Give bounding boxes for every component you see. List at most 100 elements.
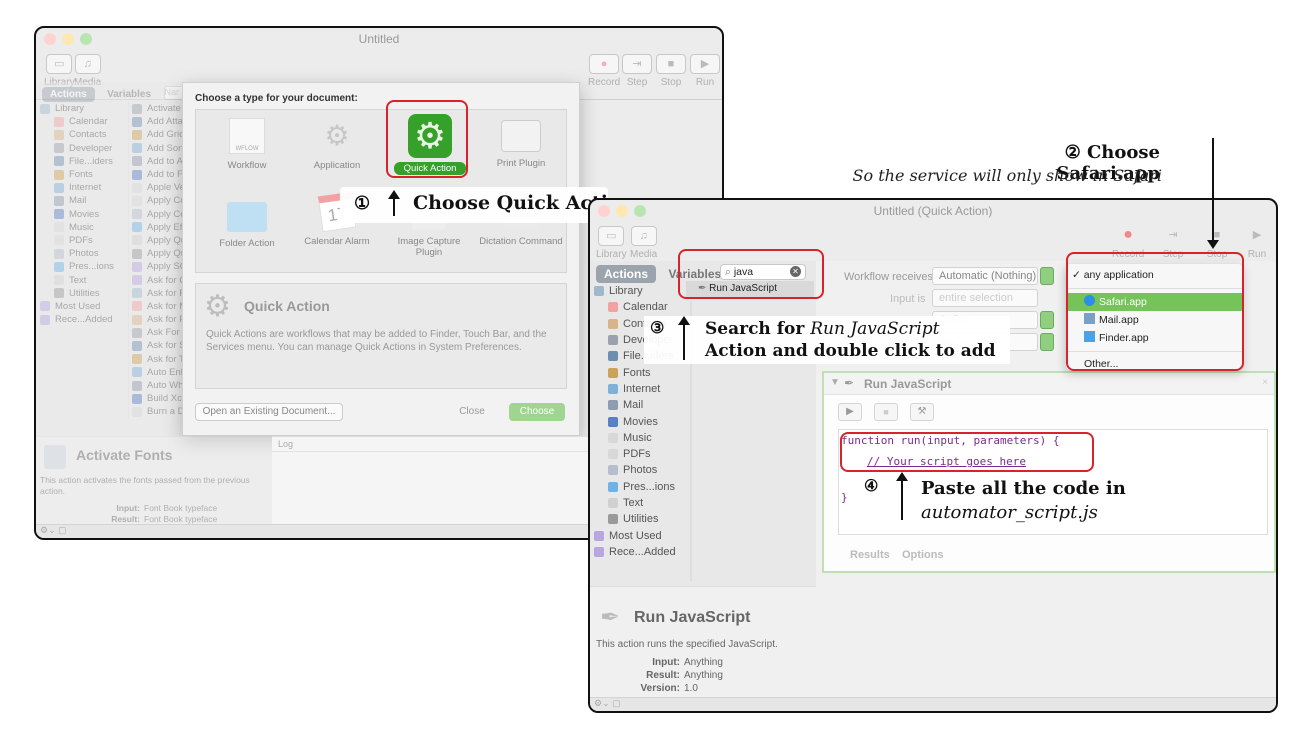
action-list-item[interactable]: Ask for Mo bbox=[132, 300, 182, 313]
minimize-window-button[interactable] bbox=[62, 33, 74, 45]
highlight-search bbox=[678, 249, 824, 299]
image-stepper[interactable] bbox=[1040, 311, 1054, 329]
action-list-item[interactable]: Ask for Fil bbox=[132, 287, 182, 300]
sidebar-item[interactable]: Movies bbox=[594, 413, 690, 429]
stop-script-button[interactable]: ■ bbox=[874, 403, 898, 421]
close-button[interactable]: Close bbox=[447, 403, 497, 421]
step-icon: ⇥ bbox=[1168, 229, 1178, 241]
sidebar-item[interactable]: Library bbox=[594, 283, 690, 299]
type-print-plugin[interactable]: Print Plugin bbox=[478, 118, 564, 169]
run-button[interactable]: ▶ Run bbox=[690, 54, 720, 88]
description-text: Quick Actions are workflows that may be … bbox=[206, 329, 547, 353]
category-icon bbox=[54, 248, 64, 259]
sidebar-item[interactable]: Rece...Added bbox=[40, 313, 122, 326]
sidebar-item[interactable]: Mail bbox=[594, 397, 690, 413]
action-list-item[interactable]: Apply Qua bbox=[132, 234, 182, 247]
action-list-item[interactable]: Ask for Se bbox=[132, 339, 182, 352]
sidebar-item[interactable]: Music bbox=[594, 430, 690, 446]
action-list-item[interactable]: Ask for Te bbox=[132, 353, 182, 366]
action-list-item[interactable]: Add Grid t bbox=[132, 128, 182, 141]
sidebar-item[interactable]: File...iders bbox=[40, 155, 122, 168]
action-list-item[interactable]: Apply Qua bbox=[132, 247, 182, 260]
action-list-item[interactable]: Ask for Ph bbox=[132, 313, 182, 326]
sidebar-item[interactable]: Internet bbox=[594, 381, 690, 397]
close-window-button[interactable] bbox=[598, 205, 610, 217]
zoom-window-button[interactable] bbox=[80, 33, 92, 45]
color-stepper[interactable] bbox=[1040, 333, 1054, 351]
sidebar-item[interactable]: Most Used bbox=[594, 527, 690, 543]
tab-actions[interactable]: Actions bbox=[596, 265, 657, 283]
zoom-window-button[interactable] bbox=[634, 205, 646, 217]
library-toggle-button[interactable]: ▭ Library bbox=[596, 226, 627, 260]
results-tab[interactable]: Results bbox=[850, 549, 890, 561]
sidebar-item[interactable]: Contacts bbox=[40, 128, 122, 141]
type-folder-action[interactable]: Folder Action bbox=[204, 198, 290, 249]
sidebar-item[interactable]: PDFs bbox=[594, 446, 690, 462]
minimize-window-button[interactable] bbox=[616, 205, 628, 217]
input-is-select[interactable]: entire selection bbox=[932, 289, 1038, 307]
action-list-item[interactable]: Build Xcoc bbox=[132, 392, 182, 405]
stop-icon: ■ bbox=[656, 54, 686, 74]
close-window-button[interactable] bbox=[44, 33, 56, 45]
action-list-item[interactable]: Auto Enha bbox=[132, 366, 182, 379]
action-list-item[interactable]: Add Song bbox=[132, 142, 182, 155]
action-list-item[interactable]: Add to Fo bbox=[132, 168, 182, 181]
sidebar-item[interactable]: Photos bbox=[594, 462, 690, 478]
media-button[interactable]: ♫ Media bbox=[630, 226, 657, 260]
open-existing-document-button[interactable]: Open an Existing Document... bbox=[195, 403, 343, 421]
run-script-button[interactable]: ▶ bbox=[838, 403, 862, 421]
sidebar-item[interactable]: PDFs bbox=[40, 234, 122, 247]
workflow-receives-select[interactable]: Automatic (Nothing) bbox=[932, 267, 1038, 285]
sidebar-item[interactable]: Utilities bbox=[40, 287, 122, 300]
action-list-item[interactable]: Burn a Dis bbox=[132, 405, 182, 418]
action-list-item[interactable]: Add to Alb bbox=[132, 155, 182, 168]
run-button[interactable]: ▶ Run bbox=[1242, 226, 1272, 260]
compile-script-button[interactable]: ⚒ bbox=[910, 403, 934, 421]
tab-actions[interactable]: Actions bbox=[42, 87, 95, 102]
action-list-item[interactable]: Apply Col bbox=[132, 208, 182, 221]
close-action-icon[interactable]: × bbox=[1262, 377, 1268, 388]
sidebar-item[interactable]: Pres...ions bbox=[594, 479, 690, 495]
action-list-item[interactable]: Activate F bbox=[132, 102, 182, 115]
sidebar-item[interactable]: Rece...Added bbox=[594, 544, 690, 560]
action-list-item[interactable]: Ask for Co bbox=[132, 273, 182, 286]
sidebar-item[interactable]: Utilities bbox=[594, 511, 690, 527]
step-button[interactable]: ⇥ Step bbox=[622, 54, 652, 88]
category-icon bbox=[594, 530, 604, 541]
stop-button[interactable]: ■ Stop bbox=[656, 54, 686, 88]
tab-variables[interactable]: Variables bbox=[99, 87, 159, 102]
sidebar-item[interactable]: Library bbox=[40, 102, 122, 115]
sidebar-item[interactable]: Calendar bbox=[594, 299, 690, 315]
sidebar-item[interactable]: Pres...ions bbox=[40, 260, 122, 273]
action-list-item[interactable]: Add Attac bbox=[132, 115, 182, 128]
action-list-item[interactable]: Ask For Se bbox=[132, 326, 182, 339]
sidebar-item[interactable]: Mail bbox=[40, 194, 122, 207]
gear-menu-icon[interactable]: ⚙⌄ ▢ bbox=[594, 698, 621, 708]
receives-stepper[interactable] bbox=[1040, 267, 1054, 285]
type-workflow[interactable]: WFLOW Workflow bbox=[204, 118, 290, 171]
type-application[interactable]: ⚙ Application bbox=[294, 118, 380, 171]
sidebar-item[interactable]: Text bbox=[594, 495, 690, 511]
sidebar-item[interactable]: Fonts bbox=[40, 168, 122, 181]
sidebar-item[interactable]: Photos bbox=[40, 247, 122, 260]
sidebar-item[interactable]: Fonts bbox=[594, 364, 690, 380]
action-list-item[interactable]: Apply SQL bbox=[132, 260, 182, 273]
action-list-item[interactable]: Apply Effe bbox=[132, 221, 182, 234]
action-icon bbox=[132, 156, 142, 167]
action-list-item[interactable]: Auto Whit bbox=[132, 379, 182, 392]
options-tab[interactable]: Options bbox=[902, 549, 944, 561]
disclosure-triangle-icon[interactable]: ▼ bbox=[830, 377, 840, 388]
sidebar-item[interactable]: Internet bbox=[40, 181, 122, 194]
action-list-item[interactable]: Apple Ver bbox=[132, 181, 182, 194]
sidebar-item[interactable]: Movies bbox=[40, 208, 122, 221]
gear-menu-icon[interactable]: ⚙⌄ ▢ bbox=[40, 525, 67, 535]
category-icon bbox=[54, 209, 64, 220]
sidebar-item[interactable]: Calendar bbox=[40, 115, 122, 128]
sidebar-item[interactable]: Text bbox=[40, 273, 122, 286]
sidebar-item[interactable]: Music bbox=[40, 221, 122, 234]
record-button[interactable]: ● Record bbox=[588, 54, 620, 88]
sidebar-item[interactable]: Developer bbox=[40, 142, 122, 155]
action-list-item[interactable]: Apply Col bbox=[132, 194, 182, 207]
sidebar-item[interactable]: Most Used bbox=[40, 300, 122, 313]
choose-button[interactable]: Choose bbox=[509, 403, 565, 421]
